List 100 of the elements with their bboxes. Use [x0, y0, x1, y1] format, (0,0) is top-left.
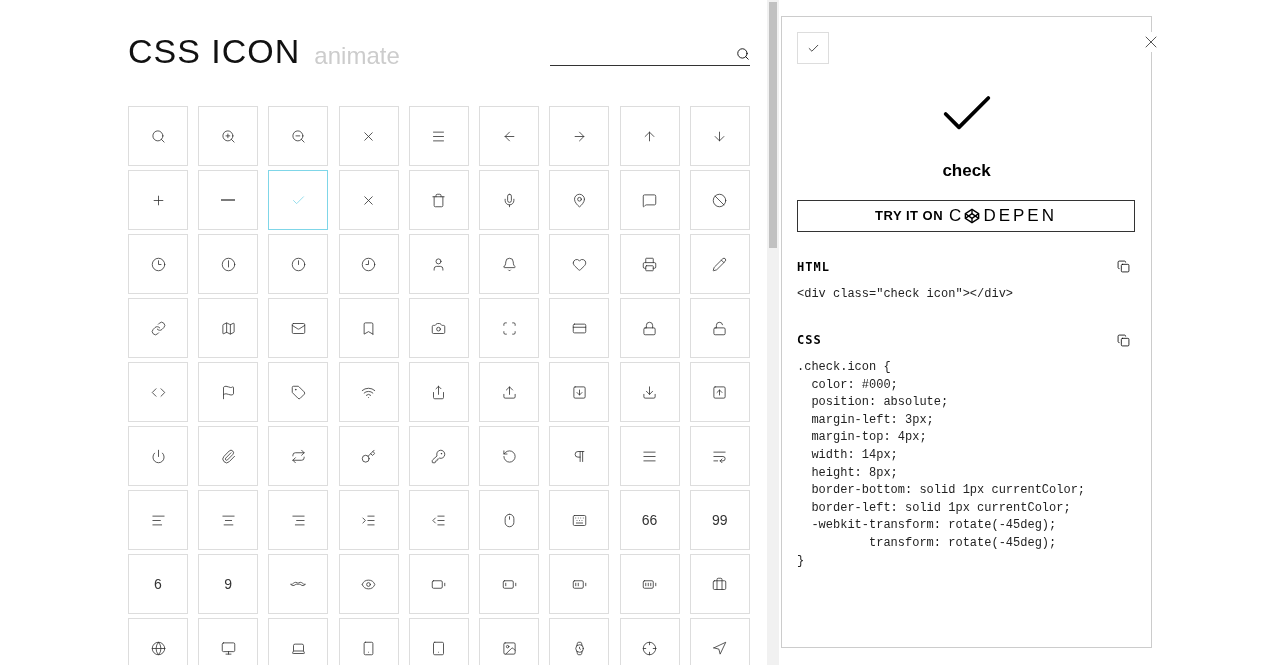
- icon-tile[interactable]: [198, 426, 259, 486]
- icon-tile[interactable]: [408, 554, 469, 614]
- keyboard-icon: [571, 512, 587, 528]
- clock-nine-icon: [361, 256, 377, 272]
- icon-tile[interactable]: [128, 298, 188, 358]
- arrow-down-icon: [712, 128, 728, 144]
- icon-tile[interactable]: [198, 362, 259, 422]
- download-icon: [642, 384, 658, 400]
- icon-tile[interactable]: [479, 426, 540, 486]
- icon-tile[interactable]: [549, 362, 610, 422]
- icon-tile[interactable]: [479, 234, 540, 294]
- icon-tile[interactable]: [619, 170, 680, 230]
- icon-tile[interactable]: [549, 298, 610, 358]
- icon-tile[interactable]: [689, 298, 750, 358]
- icon-tile[interactable]: [479, 618, 540, 665]
- icon-tile[interactable]: [408, 170, 469, 230]
- copy-icon: [1116, 260, 1130, 273]
- icon-tile[interactable]: [689, 618, 750, 665]
- copy-button[interactable]: [1116, 333, 1130, 348]
- copy-button[interactable]: [1116, 259, 1130, 274]
- icon-tile[interactable]: [619, 426, 680, 486]
- icon-tile[interactable]: [268, 362, 329, 422]
- camera-icon: [431, 320, 447, 336]
- scrollbar[interactable]: [767, 0, 779, 665]
- repeat-icon: [290, 448, 306, 464]
- icon-tile[interactable]: [549, 490, 610, 550]
- icon-tile[interactable]: [128, 362, 188, 422]
- icon-tile[interactable]: [128, 490, 188, 550]
- icon-tile[interactable]: [198, 298, 259, 358]
- codepen-button[interactable]: TRY IT ON C DEPEN: [797, 199, 1135, 232]
- icon-tile[interactable]: [408, 490, 469, 550]
- icon-tile[interactable]: [479, 170, 540, 230]
- icon-tile[interactable]: [549, 426, 610, 486]
- icon-tile[interactable]: [689, 426, 750, 486]
- icon-tile[interactable]: [408, 618, 469, 665]
- smartphone-icon: [361, 640, 377, 656]
- icon-tile[interactable]: [408, 362, 469, 422]
- icon-tile[interactable]: [268, 234, 329, 294]
- icon-tile[interactable]: [479, 298, 540, 358]
- icon-tile[interactable]: [338, 362, 399, 422]
- icon-tile[interactable]: 6: [128, 554, 188, 614]
- icon-tile[interactable]: [198, 490, 259, 550]
- icon-tile[interactable]: [619, 554, 680, 614]
- search-icon: [150, 128, 166, 144]
- icon-tile[interactable]: [268, 106, 329, 166]
- icon-tile[interactable]: [689, 554, 750, 614]
- icon-tile[interactable]: [549, 170, 610, 230]
- icon-tile[interactable]: [198, 618, 259, 665]
- icon-tile[interactable]: [338, 426, 399, 486]
- icon-tile[interactable]: [689, 362, 750, 422]
- icon-tile[interactable]: [338, 298, 399, 358]
- icon-tile[interactable]: [549, 618, 610, 665]
- icon-tile[interactable]: [479, 106, 540, 166]
- icon-tile[interactable]: [408, 426, 469, 486]
- icon-tile[interactable]: [408, 298, 469, 358]
- paperclip-icon: [220, 448, 236, 464]
- icon-tile[interactable]: [619, 362, 680, 422]
- icon-tile[interactable]: [408, 106, 469, 166]
- icon-tile[interactable]: [268, 426, 329, 486]
- icon-tile[interactable]: [479, 362, 540, 422]
- icon-tile[interactable]: [549, 554, 610, 614]
- icon-tile[interactable]: [268, 170, 329, 230]
- icon-tile[interactable]: [619, 234, 680, 294]
- icon-tile[interactable]: [338, 618, 399, 665]
- icon-tile[interactable]: [338, 170, 399, 230]
- icon-tile[interactable]: [338, 490, 399, 550]
- icon-tile[interactable]: [549, 234, 610, 294]
- icon-tile[interactable]: [268, 618, 329, 665]
- icon-tile[interactable]: [338, 554, 399, 614]
- icon-name: check: [942, 160, 991, 182]
- section-heading: HTML: [797, 258, 830, 276]
- icon-tile[interactable]: [689, 170, 750, 230]
- icon-tile[interactable]: [689, 106, 750, 166]
- icon-tile[interactable]: [268, 298, 329, 358]
- icon-tile[interactable]: [128, 170, 188, 230]
- icon-tile[interactable]: [338, 106, 399, 166]
- icon-tile[interactable]: [338, 234, 399, 294]
- icon-tile[interactable]: [198, 234, 259, 294]
- icon-tile[interactable]: [479, 490, 540, 550]
- icon-tile[interactable]: [128, 618, 188, 665]
- icon-tile[interactable]: [128, 234, 188, 294]
- scrollbar-thumb[interactable]: [769, 2, 777, 248]
- icon-tile[interactable]: 99: [689, 490, 750, 550]
- icon-tile[interactable]: 66: [619, 490, 680, 550]
- icon-tile[interactable]: [619, 106, 680, 166]
- icon-tile[interactable]: [268, 490, 329, 550]
- icon-tile[interactable]: [689, 234, 750, 294]
- icon-tile[interactable]: [479, 554, 540, 614]
- icon-tile[interactable]: [619, 618, 680, 665]
- icon-tile[interactable]: 9: [198, 554, 259, 614]
- icon-tile[interactable]: [619, 298, 680, 358]
- icon-tile[interactable]: [128, 426, 188, 486]
- navigation-icon: [712, 640, 728, 656]
- icon-tile[interactable]: [549, 106, 610, 166]
- icon-tile[interactable]: [198, 106, 259, 166]
- icon-tile[interactable]: [198, 170, 259, 230]
- icon-tile[interactable]: [128, 106, 188, 166]
- icon-tile[interactable]: [408, 234, 469, 294]
- map-pin-icon: [571, 192, 587, 208]
- icon-tile[interactable]: [268, 554, 329, 614]
